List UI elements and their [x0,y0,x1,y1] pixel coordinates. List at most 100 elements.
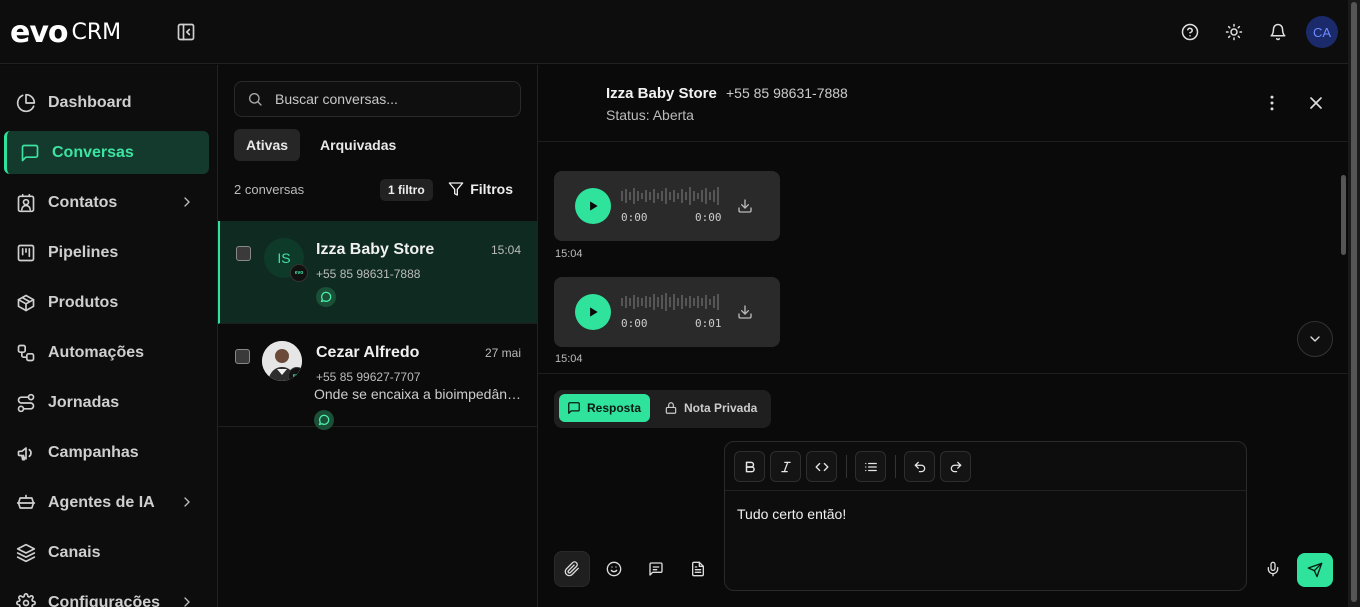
channel-badge-icon: evo [288,367,302,381]
reply-mode-label: Resposta [587,401,642,415]
active-filter-badge[interactable]: 1 filtro [380,179,433,201]
lock-icon [664,401,678,415]
emoji-icon[interactable] [596,551,632,587]
message-editor: Tudo certo então! [724,441,1247,591]
sidebar-item-pipelines[interactable]: Pipelines [4,231,209,274]
message-input[interactable]: Tudo certo então! [737,506,846,522]
sidebar-item-label: Agentes de IA [48,493,155,511]
bell-icon[interactable] [1256,14,1300,50]
audio-duration: 0:01 [695,317,722,330]
page-scrollbar-thumb[interactable] [1351,2,1357,602]
undo-icon[interactable] [904,451,935,482]
route-icon [16,393,36,413]
code-icon[interactable] [806,451,837,482]
sidebar-item-conversas[interactable]: Conversas [4,131,209,174]
message-composer: Resposta Nota Privada Tudo certo então! [538,373,1348,607]
top-actions: CA [1168,14,1338,50]
megaphone-icon [16,443,36,463]
conversation-phone: +55 85 98631-7888 [316,267,421,281]
sidebar-toggle-icon[interactable] [176,22,196,42]
sidebar-item-canais[interactable]: Canais [4,531,209,574]
message-list[interactable]: 0:00 0:00 15:04 0:00 0:01 15:04 [538,143,1348,373]
conversation-checkbox[interactable] [236,246,251,261]
sidebar-item-label: Campanhas [48,443,139,461]
play-button[interactable] [575,294,611,330]
tab-arquivadas[interactable]: Arquivadas [308,129,408,161]
layers-icon [16,543,36,563]
sidebar-item-produtos[interactable]: Produtos [4,281,209,324]
app-root: evo CRM CA Dashboard Conversas Contatos … [0,0,1360,607]
sidebar-item-agentes-ia[interactable]: Agentes de IA [4,481,209,524]
search-icon [247,91,263,107]
sidebar-item-dashboard[interactable]: Dashboard [4,81,209,124]
conversation-name: Cezar Alfredo [316,344,420,361]
reply-mode-button[interactable]: Resposta [559,394,650,422]
chevron-down-icon [1310,336,1320,342]
scroll-to-bottom-button[interactable] [1297,321,1333,357]
close-icon[interactable] [1306,93,1326,113]
chat-header: Izza Baby Store +55 85 98631-7888 Status… [538,65,1348,142]
sidebar-item-label: Canais [48,543,101,561]
audio-duration: 0:00 [695,211,722,224]
audio-waveform[interactable] [621,291,721,313]
conversation-panel: Ativas Arquivadas 2 conversas 1 filtro F… [218,65,538,607]
conversation-item[interactable]: evo Cezar Alfredo 27 mai +55 85 99627-77… [218,324,537,430]
microphone-icon[interactable] [1255,551,1291,587]
help-icon[interactable] [1168,14,1212,50]
message-scrollbar-thumb[interactable] [1341,175,1346,255]
list-icon[interactable] [855,451,886,482]
sidebar-item-contatos[interactable]: Contatos [4,181,209,224]
sidebar-item-label: Jornadas [48,393,120,411]
sidebar-item-label: Automações [48,343,145,361]
logo-suffix: CRM [71,19,122,45]
audio-current-time: 0:00 [621,211,648,224]
chat-icon [567,401,581,415]
package-icon [16,293,36,313]
sun-icon[interactable] [1212,14,1256,50]
sidebar: Dashboard Conversas Contatos Pipelines P… [0,65,218,607]
sidebar-item-automacoes[interactable]: Automações [4,331,209,374]
page-scrollbar[interactable] [1348,0,1360,607]
chevron-right-icon [179,194,195,210]
search-box[interactable] [234,81,521,117]
bold-icon[interactable] [734,451,765,482]
conversation-time: 15:04 [490,243,521,257]
send-icon [1307,562,1323,578]
conversation-phone: +55 85 99627-7707 [316,370,421,384]
audio-current-time: 0:00 [621,317,648,330]
private-note-label: Nota Privada [684,401,758,415]
contact-name[interactable]: Izza Baby Store [606,85,717,102]
sidebar-item-campanhas[interactable]: Campanhas [4,431,209,474]
italic-icon[interactable] [770,451,801,482]
tab-ativas[interactable]: Ativas [234,129,301,161]
dashboard-icon [16,93,36,113]
send-button[interactable] [1297,553,1333,587]
message-scrollbar[interactable] [1338,143,1348,373]
avatar-initials: IS [277,250,291,266]
play-button[interactable] [575,188,611,224]
more-vertical-icon[interactable] [1262,93,1282,113]
sidebar-item-configuracoes[interactable]: Configurações [4,581,209,607]
redo-icon[interactable] [940,451,971,482]
avatar: evo [262,341,302,381]
search-input[interactable] [275,91,505,107]
formatting-toolbar [725,442,1246,491]
toolbar-divider [846,455,847,478]
brand-logo[interactable]: evo CRM [10,14,121,50]
conversation-checkbox[interactable] [235,349,250,364]
private-note-button[interactable]: Nota Privada [656,394,765,422]
audio-waveform[interactable] [621,185,721,207]
user-avatar[interactable]: CA [1306,16,1338,48]
conversation-name: Izza Baby Store [316,241,435,258]
filters-button[interactable]: Filtros [448,177,513,201]
whatsapp-icon [314,410,334,430]
download-icon[interactable] [737,198,753,214]
conversation-item[interactable]: IS evo Izza Baby Store 15:04 +55 85 9863… [218,221,537,324]
download-icon[interactable] [737,304,753,320]
sidebar-item-jornadas[interactable]: Jornadas [4,381,209,424]
template-icon[interactable] [680,551,716,587]
sidebar-item-label: Contatos [48,193,118,211]
canned-response-icon[interactable] [638,551,674,587]
whatsapp-icon [316,287,336,307]
attach-icon[interactable] [554,551,590,587]
